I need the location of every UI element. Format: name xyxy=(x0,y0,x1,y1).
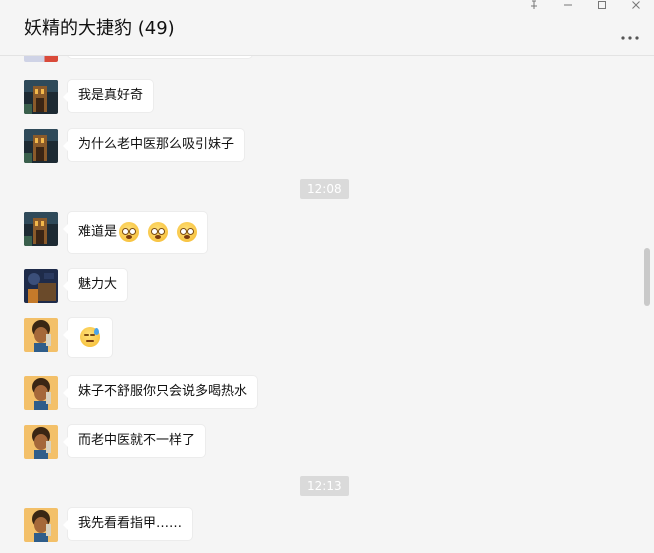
message-bubble: 而老中医就不一样了 xyxy=(62,425,206,457)
avatar[interactable] xyxy=(24,376,58,410)
message-list[interactable]: 我是真好奇 为什么老中医那么吸引妹子 12:08 难道是 魅力大 妹子不舒服你只… xyxy=(0,56,654,553)
scrollbar[interactable] xyxy=(644,248,650,306)
avatar[interactable] xyxy=(24,425,58,459)
avatar[interactable] xyxy=(24,318,58,352)
avatar[interactable] xyxy=(24,212,58,246)
message-bubble xyxy=(63,318,112,357)
message-text: 难道是 xyxy=(78,224,118,240)
minimize-icon[interactable] xyxy=(556,0,580,12)
chat-title: 妖精的大捷豹 (49) xyxy=(24,18,175,39)
sweat-face-emoji xyxy=(80,327,100,347)
ellipsis-icon[interactable] xyxy=(620,26,640,42)
avatar[interactable] xyxy=(24,269,58,303)
pin-icon[interactable] xyxy=(522,0,546,12)
flushed-face-emoji xyxy=(148,222,169,242)
message-bubble: 妹子不舒服你只会说多喝热水 xyxy=(62,376,258,408)
message-bubble xyxy=(68,56,252,58)
close-icon[interactable] xyxy=(624,0,648,12)
message-bubble: 我先看看指甲…… xyxy=(62,508,193,540)
chat-window: 妖精的大捷豹 (49) 我是真好奇 为什么老中医那么吸引妹子 12:08 难道是… xyxy=(0,0,654,553)
timestamp: 12:08 xyxy=(300,179,349,199)
flushed-face-emoji xyxy=(177,222,198,242)
avatar[interactable] xyxy=(24,80,58,114)
maximize-icon[interactable] xyxy=(590,0,614,12)
timestamp: 12:13 xyxy=(300,476,349,496)
message-bubble: 魅力大 xyxy=(62,269,128,301)
message-bubble: 难道是 xyxy=(62,212,208,253)
avatar[interactable] xyxy=(24,508,58,542)
avatar[interactable] xyxy=(24,129,58,163)
flushed-face-emoji xyxy=(119,222,140,242)
message-bubble: 为什么老中医那么吸引妹子 xyxy=(62,129,245,161)
message-bubble: 我是真好奇 xyxy=(62,80,154,112)
title-bar: 妖精的大捷豹 (49) xyxy=(0,0,654,56)
avatar[interactable] xyxy=(24,56,58,62)
